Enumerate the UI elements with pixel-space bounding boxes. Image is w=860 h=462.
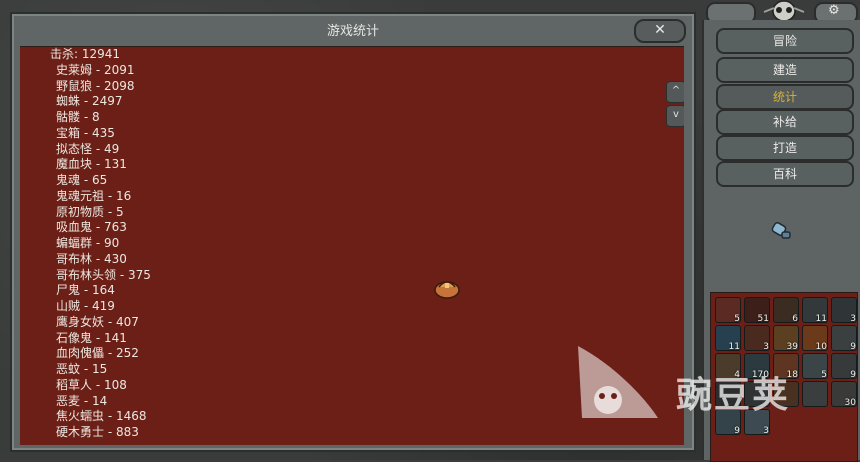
menu-build-button[interactable]: 建造 — [716, 57, 854, 83]
stat-line: 哥布林 - 430 — [56, 251, 127, 266]
inventory-slot[interactable]: 51 — [744, 297, 770, 324]
menu-supply-button[interactable]: 补给 — [716, 109, 854, 135]
menu-stats-button[interactable]: 统计 — [716, 84, 854, 110]
stat-line: 稻草人 - 108 — [56, 377, 127, 392]
scrollbar[interactable]: ^ v — [666, 81, 684, 151]
stat-line: 史莱姆 - 2091 — [56, 62, 135, 77]
stat-line: 吸血鬼 - 763 — [56, 220, 127, 235]
stat-line: 拟态怪 - 49 — [56, 141, 120, 156]
inventory-slot[interactable]: 6 — [773, 297, 799, 324]
scroll-up-button[interactable]: ^ — [666, 81, 684, 103]
stat-line: 哥布林头领 - 375 — [56, 267, 151, 282]
gear-icon: ⚙ — [828, 3, 840, 18]
stat-line: 鬼魂 - 65 — [56, 173, 108, 187]
stat-line: 野鼠狼 - 2098 — [56, 78, 135, 93]
stat-line: 原初物质 - 5 — [56, 204, 124, 219]
close-button[interactable]: ✕ — [634, 19, 686, 43]
item-count: 6 — [792, 314, 798, 324]
window-title: 游戏统计 — [326, 24, 379, 39]
stat-line: 恶麦 - 14 — [56, 393, 108, 408]
sack-icon — [434, 281, 460, 299]
stat-line: 鹰身女妖 - 407 — [56, 314, 139, 329]
stat-line: 骷髅 - 8 — [56, 110, 100, 124]
item-count: 11 — [815, 314, 827, 324]
stat-line: 蜘蛛 - 2497 — [56, 94, 123, 109]
item-count: 3 — [850, 314, 856, 324]
stat-line: 尸鬼 - 164 — [56, 283, 115, 298]
menu-encyclopedia-button[interactable]: 百科 — [716, 161, 854, 187]
inventory-slot[interactable]: 5 — [715, 297, 741, 324]
menu-craft-button[interactable]: 打造 — [716, 135, 854, 161]
item-count: 9 — [734, 426, 740, 436]
stat-line: 血肉傀儡 - 252 — [56, 346, 139, 361]
stat-line: 硬木勇士 - 883 — [56, 425, 139, 439]
stat-line: 魔血块 - 131 — [56, 157, 127, 172]
close-icon: ✕ — [654, 22, 666, 38]
kills-total: 击杀: 12941 — [50, 47, 121, 61]
inventory-slot[interactable]: 3 — [831, 297, 857, 324]
inventory-slot[interactable]: 11 — [802, 297, 828, 324]
menu-adventure-button[interactable]: 冒险 — [716, 28, 854, 54]
item-count: 5 — [734, 314, 740, 324]
item-count: 3 — [763, 426, 769, 436]
stat-line: 宝箱 - 435 — [56, 125, 115, 140]
stat-line: 恶蚊 - 15 — [56, 362, 108, 376]
scroll-down-button[interactable]: v — [666, 105, 684, 127]
stat-line: 石像鬼 - 141 — [56, 330, 127, 345]
stat-line: 焦火蠕虫 - 1468 — [56, 409, 147, 424]
stat-line: 山贼 - 419 — [56, 299, 115, 313]
stat-line: 蝙蝠群 - 90 — [56, 236, 120, 250]
wrench-icon[interactable] — [768, 218, 794, 244]
stats-list: 击杀: 12941 史莱姆 - 2091 野鼠狼 - 2098 蜘蛛 - 2497 骷… — [50, 47, 151, 441]
item-count: 51 — [757, 314, 769, 324]
stat-line: 鬼魂元祖 - 16 — [56, 188, 132, 203]
watermark-text: 豌豆荚 — [676, 375, 791, 416]
